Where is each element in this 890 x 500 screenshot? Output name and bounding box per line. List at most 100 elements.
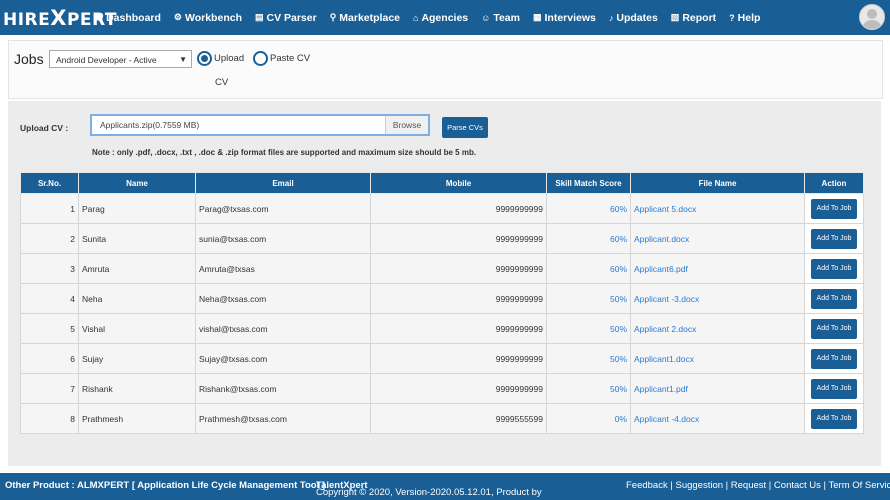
file-name-link[interactable]: Applicant 2.docx xyxy=(630,313,805,344)
nav-label: Report xyxy=(682,11,717,24)
footer-link-feedback[interactable]: Feedback xyxy=(626,480,668,491)
add-to-job-button[interactable]: Add To Job xyxy=(811,228,857,249)
link-separator: | xyxy=(766,480,774,491)
name-cell: Neha xyxy=(78,283,196,314)
column-header[interactable]: Mobile xyxy=(370,172,547,194)
hirexpert-logo[interactable]: HIREXPERT xyxy=(3,6,116,30)
name-cell: Prathmesh xyxy=(78,403,196,434)
question-icon: ? xyxy=(729,12,735,23)
mobile-cell: 9999555599 xyxy=(370,403,547,434)
table-row: 3 Amruta Amruta@txsas 9999999999 60% Applican… xyxy=(20,253,864,284)
email-cell: Neha@txsas.com xyxy=(195,283,371,314)
upload-cv-label-line2: CV xyxy=(215,77,229,88)
add-to-job-button[interactable]: Add To Job xyxy=(811,348,857,369)
add-to-job-button[interactable]: Add To Job xyxy=(811,378,857,399)
upload-panel: Upload CV : Applicants.zip(0.7559 MB) Br… xyxy=(8,101,881,466)
email-cell: vishal@txsas.com xyxy=(195,313,371,344)
nav-report[interactable]: ▧ Report xyxy=(671,12,716,24)
mobile-cell: 9999999999 xyxy=(370,253,547,284)
column-header[interactable]: File Name xyxy=(630,172,805,194)
file-input-value: Applicants.zip(0.7559 MB) xyxy=(100,120,200,130)
link-separator: | xyxy=(820,480,829,491)
file-icon: ▤ xyxy=(254,12,264,22)
file-name-link[interactable]: Applicant1.pdf xyxy=(630,373,805,404)
add-to-job-button[interactable]: Add To Job xyxy=(811,288,857,309)
parse-cvs-button[interactable]: Parse CVs xyxy=(442,117,488,138)
file-name-link[interactable]: Applicant.docx xyxy=(630,223,805,254)
nav-cv-parser[interactable]: ▤ CV Parser xyxy=(255,12,317,24)
skill-score-cell: 50% xyxy=(546,343,631,374)
nav-help[interactable]: ? Help xyxy=(729,12,760,24)
sr-number-cell: 8 xyxy=(20,403,79,434)
nav-label: Agencies xyxy=(421,11,469,24)
map-marker-icon: ⚲ xyxy=(329,12,337,22)
table-row: 6 Sujay Sujay@txsas.com 9999999999 50% Applic… xyxy=(20,343,864,374)
paste-cv-radio[interactable] xyxy=(253,51,268,66)
file-name-link[interactable]: Applicant1.docx xyxy=(630,343,805,374)
skill-score-cell: 50% xyxy=(546,373,631,404)
dashboard-icon: ☗ xyxy=(95,12,104,22)
nav-dashboard[interactable]: ☗ Dashboard xyxy=(95,12,161,24)
column-header[interactable]: Skill Match Score xyxy=(546,172,631,194)
nav-marketplace[interactable]: ⚲ Marketplace xyxy=(330,12,400,24)
footer-link-term-of-service[interactable]: Term Of Service xyxy=(829,480,890,491)
link-separator: | xyxy=(723,480,731,491)
file-name-link[interactable]: Applicant -3.docx xyxy=(630,283,805,314)
building-icon: ⌂ xyxy=(413,12,419,23)
nav-team[interactable]: ☺ Team xyxy=(481,12,520,24)
action-cell: Add To Job xyxy=(804,373,864,404)
browse-button[interactable]: Browse xyxy=(385,116,428,134)
sr-number-cell: 6 xyxy=(20,343,79,374)
main-nav: ☗ Dashboard ⚙ Workbench ▤ CV Parser ⚲ Marketpla… xyxy=(95,12,773,24)
name-cell: Parag xyxy=(78,193,196,224)
nav-interviews[interactable]: ▦ Interviews xyxy=(533,12,596,24)
column-header[interactable]: Sr.No. xyxy=(20,172,79,194)
nav-label: Marketplace xyxy=(339,11,400,24)
file-name-link[interactable]: Applicant -4.docx xyxy=(630,403,805,434)
email-cell: Rishank@txsas.com xyxy=(195,373,371,404)
applicants-table: Sr.No. Name Email Mobile Skill Match Score Fi… xyxy=(20,172,864,434)
jobs-bar: Jobs Android Developer - Active ▼ Upload … xyxy=(8,40,883,99)
nav-label: Updates xyxy=(616,11,658,24)
report-icon: ▧ xyxy=(670,12,680,22)
add-to-job-button[interactable]: Add To Job xyxy=(811,318,857,339)
table-row: 7 Rishank Rishank@txsas.com 9999999999 50% Ap… xyxy=(20,373,864,404)
upload-cv-radio[interactable] xyxy=(197,51,212,66)
other-product-text[interactable]: Other Product : ALMXPERT [ Application L… xyxy=(5,480,325,491)
column-header[interactable]: Name xyxy=(78,172,196,194)
add-to-job-button[interactable]: Add To Job xyxy=(811,258,857,279)
sr-number-cell: 2 xyxy=(20,223,79,254)
nav-agencies[interactable]: ⌂ Agencies xyxy=(413,12,468,24)
name-cell: Vishal xyxy=(78,313,196,344)
bell-icon: ♪ xyxy=(608,12,614,23)
nav-label: Dashboard xyxy=(106,11,161,24)
add-to-job-button[interactable]: Add To Job xyxy=(811,198,857,219)
upload-cv-label: Upload xyxy=(214,53,245,64)
footer-link-request[interactable]: Request xyxy=(731,480,766,491)
user-avatar[interactable] xyxy=(859,4,885,30)
nav-label: CV Parser xyxy=(266,11,317,24)
file-name-link[interactable]: Applicant 5.docx xyxy=(630,193,805,224)
file-input[interactable]: Applicants.zip(0.7559 MB) Browse xyxy=(90,114,430,136)
nav-label: Workbench xyxy=(185,11,242,24)
mobile-cell: 9999999999 xyxy=(370,193,547,224)
table-header-row: Sr.No. Name Email Mobile Skill Match Score Fi… xyxy=(20,172,864,194)
skill-score-cell: 60% xyxy=(546,223,631,254)
column-header[interactable]: Action xyxy=(804,172,864,194)
column-header[interactable]: Email xyxy=(195,172,371,194)
sr-number-cell: 1 xyxy=(20,193,79,224)
mobile-cell: 9999999999 xyxy=(370,343,547,374)
job-select[interactable]: Android Developer - Active ▼ xyxy=(49,50,192,68)
file-name-link[interactable]: Applicant6.pdf xyxy=(630,253,805,284)
skill-score-cell: 60% xyxy=(546,193,631,224)
email-cell: Parag@txsas.com xyxy=(195,193,371,224)
skill-score-cell: 50% xyxy=(546,283,631,314)
mobile-cell: 9999999999 xyxy=(370,223,547,254)
nav-workbench[interactable]: ⚙ Workbench xyxy=(174,12,242,24)
add-to-job-button[interactable]: Add To Job xyxy=(811,408,857,429)
copyright-text: Copyright © 2020, Version-2020.05.12.01,… xyxy=(316,480,542,498)
nav-updates[interactable]: ♪ Updates xyxy=(609,12,658,24)
jobs-title: Jobs xyxy=(14,51,44,67)
footer-link-suggestion[interactable]: Suggestion xyxy=(675,480,723,491)
footer-link-contact-us[interactable]: Contact Us xyxy=(774,480,821,491)
